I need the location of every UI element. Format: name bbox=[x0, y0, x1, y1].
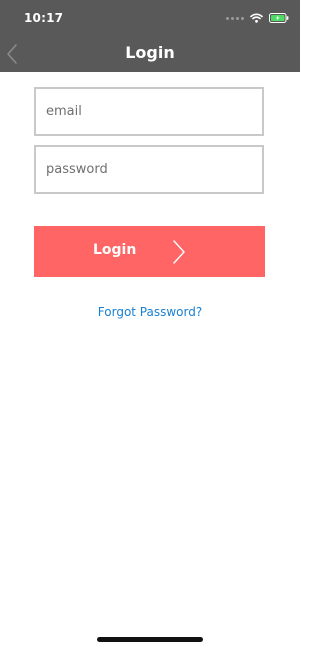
signal-dots-icon bbox=[226, 16, 244, 20]
login-button[interactable]: Login bbox=[34, 226, 265, 277]
battery-charging-icon bbox=[269, 13, 289, 23]
login-screen: 10:17 Login email Login Forgot Password? bbox=[0, 0, 300, 650]
email-input[interactable] bbox=[36, 89, 262, 134]
forgot-password-link[interactable]: Forgot Password? bbox=[0, 305, 300, 319]
status-time: 10:17 bbox=[24, 11, 64, 25]
header: 10:17 Login bbox=[0, 0, 300, 72]
status-bar: 10:17 bbox=[0, 0, 300, 36]
page-title: Login bbox=[125, 43, 175, 62]
password-input[interactable] bbox=[36, 147, 262, 192]
home-indicator bbox=[97, 637, 203, 642]
login-button-label: Login bbox=[93, 242, 137, 258]
password-field[interactable] bbox=[34, 145, 264, 194]
email-field[interactable] bbox=[34, 87, 264, 136]
nav-bar: Login bbox=[0, 36, 300, 72]
chevron-right-icon bbox=[173, 240, 185, 264]
status-icons bbox=[226, 11, 289, 25]
wifi-icon bbox=[250, 13, 263, 23]
